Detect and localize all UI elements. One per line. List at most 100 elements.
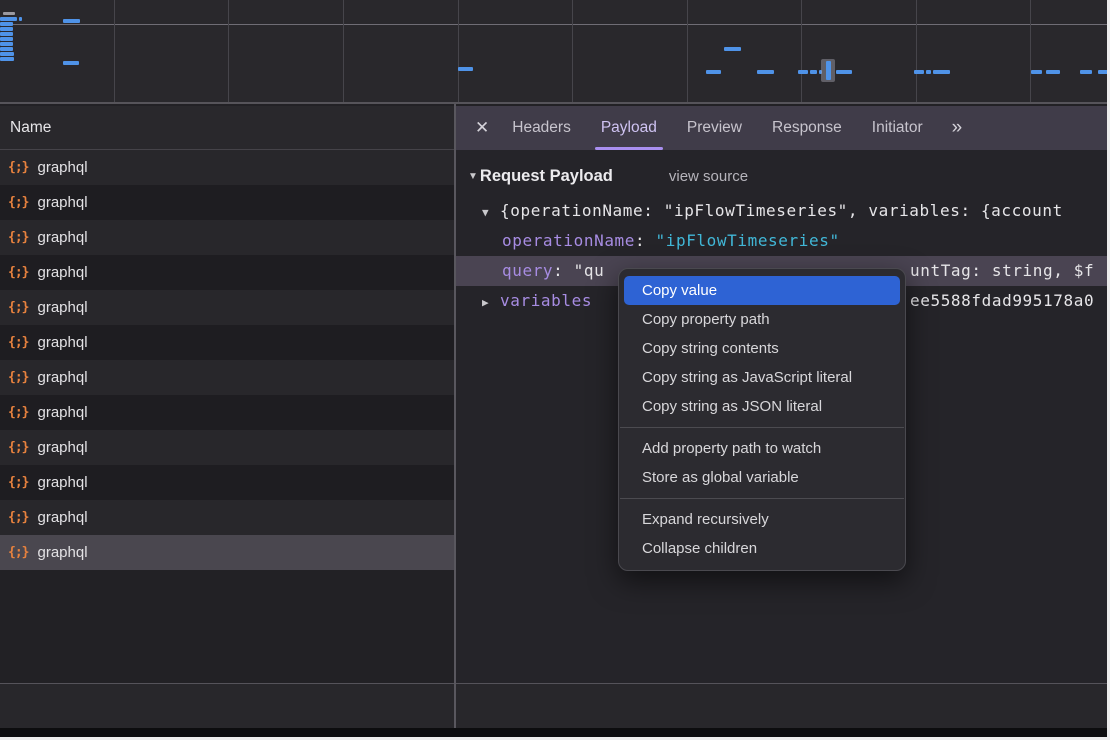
menu-item-add-property-path-to-watch[interactable]: Add property path to watch [619,434,905,463]
tab-response[interactable]: Response [757,106,857,150]
request-name-label: graphql [37,229,87,246]
waterfall-bar [19,17,22,21]
property-value-left: "qu [574,261,605,280]
operation-name-row[interactable]: operationName: "ipFlowTimeseries" [454,226,1110,256]
overview-marker-tick [826,61,831,80]
waterfall-bar [1080,70,1092,74]
json-request-icon: {;} [8,195,28,210]
network-request-row[interactable]: {;} graphql [0,465,454,500]
overview-gridline [343,0,344,102]
overview-gridline [114,0,115,102]
overview-gridline [458,0,459,102]
waterfall-bar [458,67,473,71]
waterfall-bar [0,57,14,61]
devtools-window: Name {;} graphql {;} graphql {;} graphql {;} gr… [0,0,1110,740]
waterfall-bar [798,70,808,74]
network-request-row[interactable]: {;}graphql [0,395,454,430]
colon: : [635,231,655,250]
row-collapse-icon[interactable]: ▶ [482,288,498,316]
overview-gridline [1030,0,1031,102]
request-name-label: graphql [37,509,87,526]
row-expand-icon[interactable]: ▼ [482,198,498,226]
request-name-label: graphql [37,544,87,561]
request-name-label: graphql [37,404,87,421]
overview-baseline [0,24,1110,25]
network-request-row[interactable]: {;} graphql [0,185,454,220]
section-title: Request Payload [480,167,613,186]
request-name-label: graphql [37,264,87,281]
request-name-label: graphql [37,334,87,351]
request-name-label: graphql [37,474,87,491]
menu-item-copy-string-as-javascript-literal[interactable]: Copy string as JavaScript literal [619,363,905,392]
network-request-row[interactable]: {;} graphql [0,325,454,360]
request-name-label: graphql [37,369,87,386]
request-name-label: graphql [37,299,87,316]
menu-item-collapse-children[interactable]: Collapse children [619,534,905,563]
network-request-row[interactable]: {;}graphql [0,535,454,570]
network-request-row[interactable]: {;} graphql [0,500,454,535]
request-name-label: graphql [37,159,87,176]
waterfall-bar [63,61,79,65]
waterfall-bar [0,17,17,21]
json-request-icon: {;} [8,335,28,350]
network-main-area: Name {;} graphql {;} graphql {;} graphql {;} gr… [0,106,1110,740]
payload-root-row[interactable]: ▼{operationName: "ipFlowTimeseries", var… [454,196,1110,226]
network-request-row[interactable]: {;}graphql [0,255,454,290]
tab-headers[interactable]: Headers [497,106,586,150]
json-request-icon: {;} [8,160,28,175]
waterfall-bar [724,47,741,51]
request-name-label: graphql [37,439,87,456]
tab-preview[interactable]: Preview [672,106,757,150]
waterfall-bar [836,70,852,74]
menu-item-copy-string-contents[interactable]: Copy string contents [619,334,905,363]
json-request-icon: {;} [8,475,28,490]
network-overview-strip[interactable] [0,0,1110,104]
view-source-link[interactable]: view source [669,168,748,185]
property-value-right: untTag: string, $f [910,256,1094,286]
property-value-right: ee5588fdad995178a0 [910,286,1094,316]
network-request-row[interactable]: {;}graphql [0,430,454,465]
request-name-label: graphql [37,194,87,211]
menu-item-copy-string-as-json-literal[interactable]: Copy string as JSON literal [619,392,905,421]
network-request-row[interactable]: {;} graphql [0,150,454,185]
window-bottom-bar [0,728,1110,737]
name-column-header[interactable]: Name [0,106,454,150]
context-menu: Copy valueCopy property pathCopy string … [618,268,906,571]
detail-tabbar: ✕ HeadersPayloadPreviewResponseInitiator… [454,106,1110,150]
more-tabs-icon[interactable]: » [952,117,961,139]
waterfall-bar [0,37,13,41]
waterfall-bar [1031,70,1042,74]
overview-gridline [228,0,229,102]
close-icon[interactable]: ✕ [475,118,489,138]
payload-preview-text: {operationName: "ipFlowTimeseries", vari… [500,201,1063,220]
menu-item-copy-value[interactable]: Copy value [624,276,900,305]
menu-item-copy-property-path[interactable]: Copy property path [619,305,905,334]
waterfall-bar [757,70,774,74]
json-request-icon: {;} [8,230,28,245]
property-key: operationName [502,231,635,250]
waterfall-bar [0,22,13,26]
waterfall-bar [706,70,721,74]
property-key: variables [500,291,592,310]
network-request-row[interactable]: {;} graphql [0,360,454,395]
menu-separator [620,427,904,428]
menu-item-store-as-global-variable[interactable]: Store as global variable [619,463,905,492]
panel-divider[interactable] [454,104,456,728]
network-request-row[interactable]: {;}graphql [0,290,454,325]
menu-item-expand-recursively[interactable]: Expand recursively [619,505,905,534]
json-request-icon: {;} [8,510,28,525]
request-payload-section[interactable]: ▼ Request Payload view source [454,150,1110,196]
tab-initiator[interactable]: Initiator [857,106,938,150]
json-request-icon: {;} [8,370,28,385]
waterfall-bar [0,32,13,36]
waterfall-bar [63,19,80,23]
overview-gridline [687,0,688,102]
section-expand-icon[interactable]: ▼ [468,171,478,182]
network-request-row[interactable]: {;} graphql [0,220,454,255]
waterfall-bar [933,70,950,74]
waterfall-bar [0,27,13,31]
overview-gray-bar [3,12,15,15]
tab-payload[interactable]: Payload [586,106,672,150]
name-column-label: Name [10,119,51,137]
waterfall-bar [1046,70,1060,74]
